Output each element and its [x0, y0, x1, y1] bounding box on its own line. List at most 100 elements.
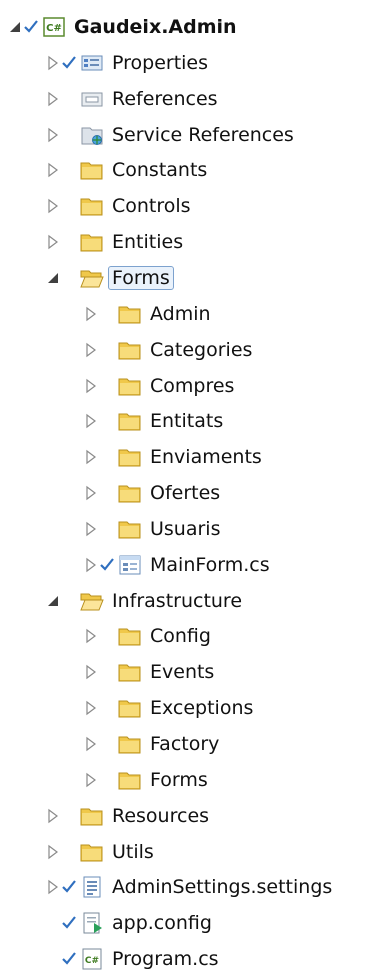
- tree-node-entities[interactable]: Entities: [0, 225, 382, 261]
- tree-node-resources[interactable]: Resources: [0, 799, 382, 835]
- properties-icon: [80, 52, 104, 74]
- tree-node-events[interactable]: Events: [0, 655, 382, 691]
- folder-icon: [118, 518, 142, 540]
- tree-node-label: Compres: [150, 374, 235, 397]
- collapsed-arrow-icon[interactable]: [84, 449, 98, 465]
- collapsed-arrow-icon[interactable]: [84, 413, 98, 429]
- collapsed-arrow-icon[interactable]: [46, 879, 60, 895]
- collapsed-arrow-icon[interactable]: [46, 234, 60, 250]
- tree-node-forms[interactable]: Forms: [0, 261, 382, 297]
- collapsed-arrow-icon[interactable]: [84, 700, 98, 716]
- folder-icon: [118, 697, 142, 719]
- collapsed-arrow-icon[interactable]: [84, 521, 98, 537]
- tree-node-label: Events: [150, 661, 215, 684]
- tree-node-config[interactable]: Config: [0, 619, 382, 655]
- collapsed-arrow-icon[interactable]: [46, 844, 60, 860]
- tree-node-constants[interactable]: Constants: [0, 153, 382, 189]
- source-control-check-icon: [62, 915, 76, 929]
- tree-node-label: Program.cs: [112, 948, 219, 971]
- collapsed-arrow-icon[interactable]: [46, 91, 60, 107]
- collapsed-arrow-icon[interactable]: [84, 772, 98, 788]
- tree-node-admin[interactable]: Admin: [0, 297, 382, 333]
- svg-text:C#: C#: [46, 23, 62, 34]
- tree-node-enviaments[interactable]: Enviaments: [0, 440, 382, 476]
- tree-node-references[interactable]: References: [0, 82, 382, 118]
- tree-node-label: Admin: [150, 302, 211, 325]
- tree-node-entitats[interactable]: Entitats: [0, 404, 382, 440]
- collapsed-arrow-icon[interactable]: [84, 378, 98, 394]
- config-file-icon: [80, 912, 104, 934]
- tree-node-label: Categories: [150, 338, 253, 361]
- tree-node-label: Utils: [112, 840, 154, 863]
- service-references-icon: [80, 124, 104, 146]
- tree-node-label: MainForm.cs: [150, 553, 270, 576]
- source-control-check-icon: [100, 557, 114, 571]
- tree-node-label: AdminSettings.settings: [112, 876, 333, 899]
- tree-node-label: Exceptions: [150, 697, 254, 720]
- tree-node-forms-2[interactable]: Forms: [0, 763, 382, 799]
- tree-node-label: Infrastructure: [112, 589, 243, 612]
- collapsed-arrow-icon[interactable]: [46, 162, 60, 178]
- tree-node-label: app.config: [112, 912, 212, 935]
- folder-icon: [80, 195, 104, 217]
- collapsed-arrow-icon[interactable]: [84, 306, 98, 322]
- tree-node-adminsettings-settings[interactable]: AdminSettings.settings: [0, 870, 382, 906]
- tree-node-factory[interactable]: Factory: [0, 727, 382, 763]
- tree-node-label: Ofertes: [150, 482, 221, 505]
- form-file-icon: [118, 554, 142, 576]
- folder-open-icon: [80, 267, 104, 289]
- tree-node-properties[interactable]: Properties: [0, 46, 382, 82]
- tree-node-label: References: [112, 87, 218, 110]
- tree-node-label: Constants: [112, 159, 208, 182]
- tree-node-utils[interactable]: Utils: [0, 835, 382, 871]
- tree-node-app-config[interactable]: app.config: [0, 906, 382, 942]
- folder-icon: [118, 661, 142, 683]
- expanded-arrow-icon[interactable]: [8, 19, 22, 35]
- tree-node-program-cs[interactable]: C# Program.cs: [0, 942, 382, 978]
- folder-icon: [118, 303, 142, 325]
- collapsed-arrow-icon[interactable]: [46, 808, 60, 824]
- folder-icon: [118, 733, 142, 755]
- references-icon: [80, 88, 104, 110]
- tree-node-exceptions[interactable]: Exceptions: [0, 691, 382, 727]
- tree-node-compres[interactable]: Compres: [0, 369, 382, 405]
- tree-node-usuaris[interactable]: Usuaris: [0, 512, 382, 548]
- expanded-arrow-icon[interactable]: [46, 270, 60, 286]
- collapsed-arrow-icon[interactable]: [84, 664, 98, 680]
- tree-node-label: Controls: [112, 195, 191, 218]
- collapsed-arrow-icon[interactable]: [46, 127, 60, 143]
- tree-node-gaudeix-admin[interactable]: C# Gaudeix.Admin: [0, 10, 382, 46]
- collapsed-arrow-icon[interactable]: [46, 198, 60, 214]
- tree-node-controls[interactable]: Controls: [0, 189, 382, 225]
- source-control-check-icon: [62, 879, 76, 894]
- collapsed-arrow-icon[interactable]: [84, 736, 98, 752]
- tree-node-label: Service References: [112, 123, 294, 146]
- tree-node-infrastructure[interactable]: Infrastructure: [0, 584, 382, 620]
- tree-node-ofertes[interactable]: Ofertes: [0, 476, 382, 512]
- tree-node-label: Entitats: [150, 410, 224, 433]
- folder-icon: [80, 805, 104, 827]
- folder-icon: [80, 159, 104, 181]
- collapsed-arrow-icon[interactable]: [84, 342, 98, 358]
- settings-file-icon: [80, 876, 104, 898]
- tree-node-label: Properties: [112, 51, 209, 74]
- folder-icon: [118, 446, 142, 468]
- tree-node-label: Usuaris: [150, 517, 221, 540]
- tree-node-label: Forms: [150, 768, 208, 791]
- collapsed-arrow-icon[interactable]: [46, 55, 60, 71]
- csharp-project-icon: C#: [42, 16, 66, 38]
- tree-node-mainform-cs[interactable]: MainForm.cs: [0, 548, 382, 584]
- collapsed-arrow-icon[interactable]: [84, 557, 98, 573]
- tree-node-label: Gaudeix.Admin: [74, 16, 237, 38]
- tree-node-categories[interactable]: Categories: [0, 333, 382, 369]
- collapsed-arrow-icon[interactable]: [84, 485, 98, 501]
- tree-node-service-references[interactable]: Service References: [0, 118, 382, 154]
- expanded-arrow-icon[interactable]: [46, 593, 60, 609]
- folder-icon: [118, 482, 142, 504]
- svg-text:C#: C#: [85, 956, 99, 966]
- tree-node-label: Enviaments: [150, 446, 262, 469]
- collapsed-arrow-icon[interactable]: [84, 628, 98, 644]
- folder-open-icon: [80, 590, 104, 612]
- csharp-file-icon: C#: [80, 948, 104, 970]
- source-control-check-icon: [62, 951, 76, 965]
